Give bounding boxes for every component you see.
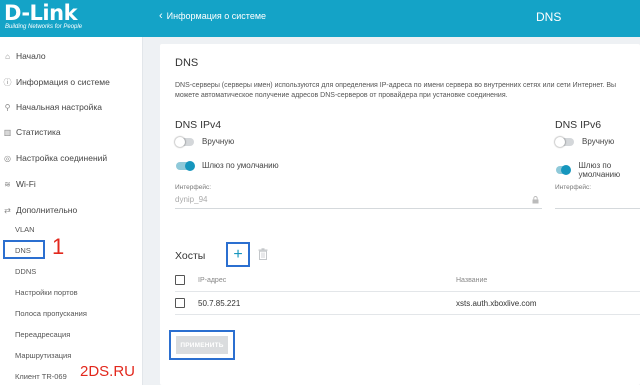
plus-icon: + (233, 245, 243, 263)
sidebar-item-label: Информация о системе (16, 77, 110, 87)
page-title: DNS (536, 10, 562, 24)
trash-icon[interactable] (258, 248, 268, 260)
ipv6-gateway-row: Шлюз по умолчанию (556, 161, 640, 179)
toggle-knob (185, 160, 195, 171)
back-link[interactable]: ‹ Информация о системе (159, 9, 267, 22)
wand-icon: ⚲ (4, 102, 11, 112)
table-divider (175, 314, 640, 315)
column-header-ip: IP-адрес (198, 277, 227, 284)
sidebar-item-label: Настройка соединений (16, 153, 108, 163)
ipv6-gateway-toggle[interactable] (556, 165, 572, 175)
logo-text: D-Link (4, 1, 78, 25)
chevron-left-icon: ‹ (159, 9, 163, 22)
sidebar-subitem-ports[interactable]: Настройки портов (15, 287, 78, 299)
lock-icon (532, 196, 539, 204)
ipv6-interface-label: Интерфейс: (555, 184, 592, 191)
annotation-number-1: 1 (52, 234, 65, 259)
sidebar-item-home[interactable]: ⌂ Начало (3, 49, 46, 63)
ipv4-interface-label: Интерфейс: (175, 184, 212, 191)
ipv4-gateway-row: Шлюз по умолчанию (176, 160, 279, 171)
sidebar-subitem-tr069[interactable]: Клиент TR-069 (15, 371, 67, 383)
dns-highlight-box (3, 240, 45, 259)
sidebar-item-label: Дополнительно (16, 205, 78, 215)
sidebar-item-connections[interactable]: ◎ Настройка соединений (3, 151, 107, 165)
host-name-cell[interactable]: xsts.auth.xboxlive.com (456, 299, 536, 308)
globe-icon: ◎ (4, 153, 11, 163)
sidebar-subitem-vlan[interactable]: VLAN (15, 224, 35, 236)
sidebar-item-label: Начальная настройка (16, 102, 103, 112)
row-checkbox[interactable] (175, 298, 185, 308)
toggle-knob (555, 136, 565, 147)
table-divider (175, 291, 640, 292)
ipv6-manual-row: Вручную (555, 136, 615, 147)
sidebar-item-label: Wi-Fi (16, 179, 36, 189)
apply-button[interactable]: ПРИМЕНИТЬ (176, 336, 228, 354)
info-icon: ⓘ (3, 77, 12, 87)
sidebar-subitem-routing[interactable]: Маршрутизация (15, 350, 71, 362)
toggle-knob (561, 165, 572, 175)
ipv4-interface-underline (175, 208, 542, 209)
sidebar: ⌂ Начало ⓘ Информация о системе ⚲ Началь… (0, 37, 143, 385)
card-title: DNS (175, 57, 199, 69)
ipv4-gateway-label: Шлюз по умолчанию (202, 161, 279, 170)
top-bar: D-Link Building Networks for People ‹ Ин… (0, 0, 640, 37)
chart-icon: ▥ (3, 127, 12, 137)
ipv6-manual-label: Вручную (582, 137, 615, 146)
logo-tagline: Building Networks for People (5, 24, 83, 30)
back-link-label: Информация о системе (166, 11, 267, 21)
ipv4-manual-toggle[interactable] (175, 136, 194, 147)
ipv6-manual-toggle[interactable] (555, 136, 574, 147)
ipv4-manual-row: Вручную (175, 136, 235, 147)
sidebar-item-label: Статистика (16, 127, 61, 137)
ipv6-section-title: DNS IPv6 (555, 119, 602, 131)
dlink-logo[interactable]: D-Link Building Networks for People (0, 0, 143, 37)
sidebar-item-wifi[interactable]: ≋ Wi-Fi (3, 177, 36, 191)
ipv6-gateway-label: Шлюз по умолчанию (578, 161, 621, 179)
sidebar-subitem-bandwidth[interactable]: Полоса пропускания (15, 308, 87, 320)
sidebar-item-initial-setup[interactable]: ⚲ Начальная настройка (3, 100, 102, 114)
toggle-knob (175, 136, 185, 147)
column-header-name: Название (456, 277, 488, 284)
dns-settings-card: DNS DNS-серверы (серверы имен) использую… (160, 44, 640, 385)
sidebar-subitem-ddns[interactable]: DDNS (15, 266, 36, 278)
home-icon: ⌂ (5, 51, 10, 61)
sidebar-item-statistics[interactable]: ▥ Статистика (3, 125, 61, 139)
ipv4-manual-label: Вручную (202, 137, 235, 146)
hosts-section-title: Хосты (175, 250, 206, 262)
apply-highlight-box: ПРИМЕНИТЬ (169, 330, 235, 360)
sidebar-item-system-info[interactable]: ⓘ Информация о системе (3, 75, 110, 89)
watermark: 2DS.RU (80, 363, 136, 380)
sidebar-subitem-forwarding[interactable]: Переадресация (15, 329, 70, 341)
select-all-checkbox[interactable] (175, 275, 185, 285)
ipv6-interface-underline[interactable] (555, 208, 640, 209)
sliders-icon: ⇄ (4, 205, 11, 215)
card-description: DNS-серверы (серверы имен) используются … (175, 82, 617, 99)
ipv4-interface-select[interactable]: dynip_94 (175, 195, 207, 204)
ipv4-gateway-toggle[interactable] (176, 160, 195, 171)
sidebar-item-advanced[interactable]: ⇄ Дополнительно (3, 203, 77, 217)
host-ip-cell[interactable]: 50.7.85.221 (198, 299, 240, 308)
add-host-button[interactable]: + (226, 242, 250, 267)
wifi-icon: ≋ (4, 179, 11, 189)
ipv4-section-title: DNS IPv4 (175, 119, 222, 131)
sidebar-item-label: Начало (16, 51, 46, 61)
